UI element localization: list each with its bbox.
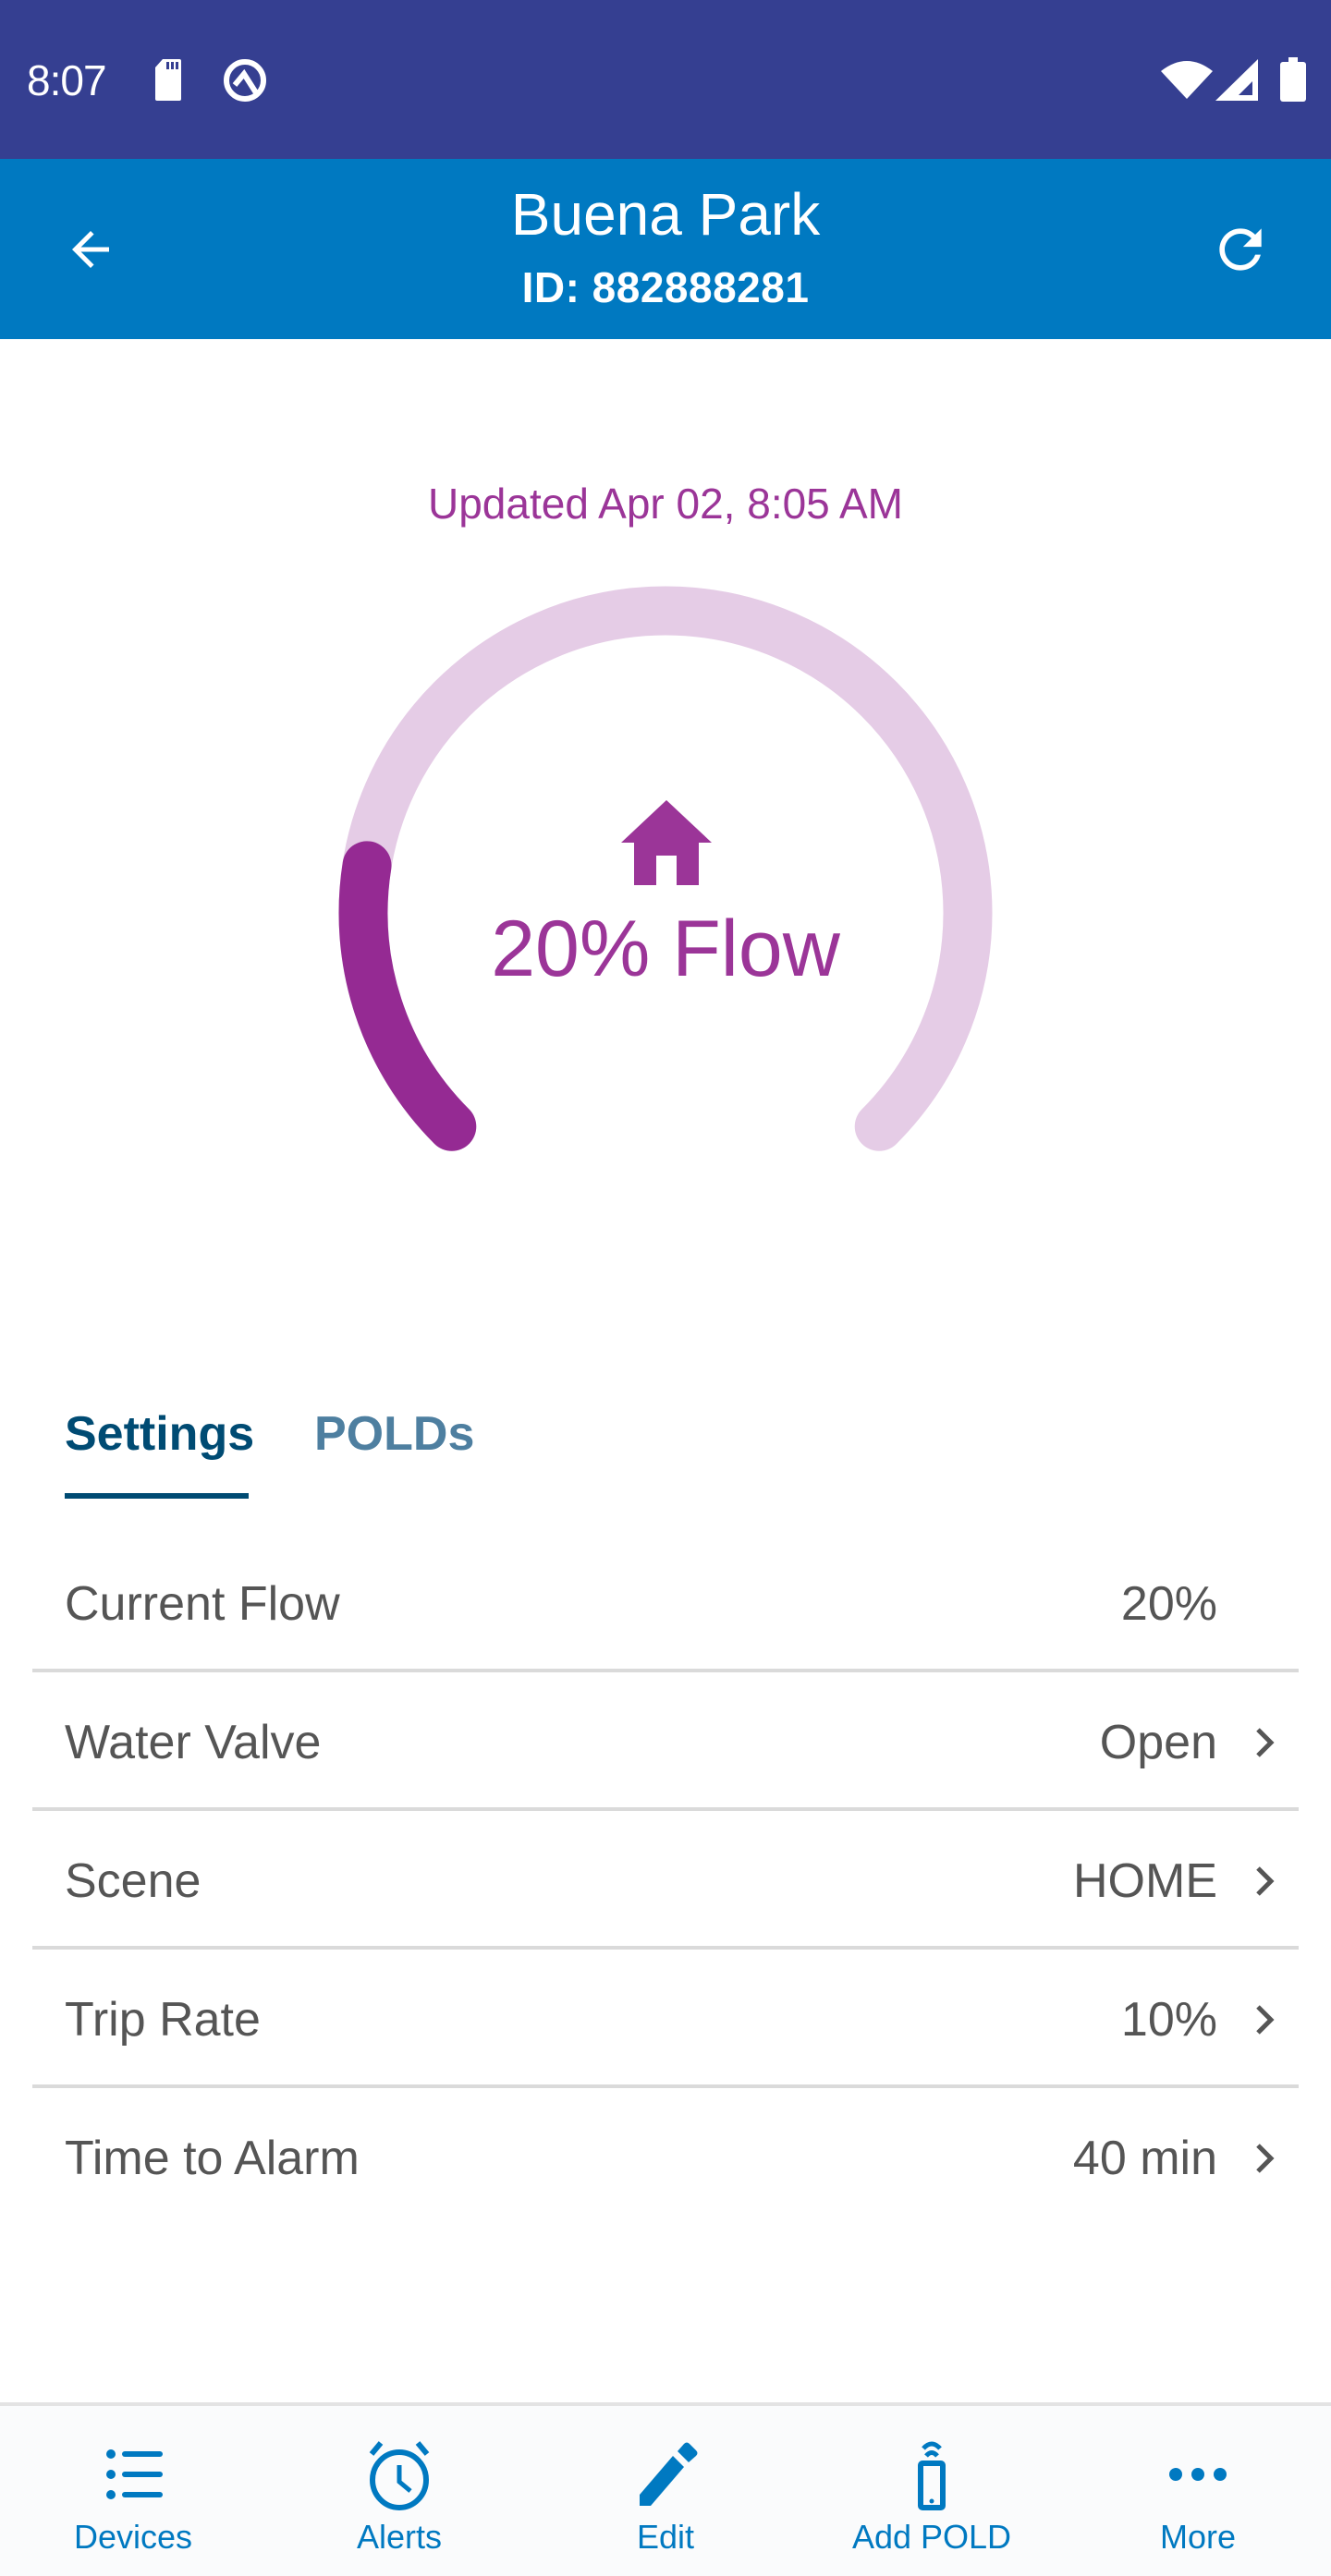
row-value: 40 min xyxy=(1072,2132,1217,2185)
list-icon xyxy=(106,2449,163,2499)
sd-card-icon xyxy=(155,59,181,101)
q-circle-icon xyxy=(224,59,266,102)
settings-row-current-flow: Current Flow 20% xyxy=(32,1534,1299,1672)
nav-label: Devices xyxy=(73,2518,193,2556)
settings-list: Current Flow 20% Water Valve Open Scene … xyxy=(32,1534,1299,2227)
row-value: Open xyxy=(1099,1716,1217,1769)
nav-devices[interactable]: Devices xyxy=(0,2406,266,2576)
chevron-right-icon xyxy=(1256,1866,1275,1896)
device-id: ID: 882888281 xyxy=(521,263,810,311)
row-value: HOME xyxy=(1073,1854,1217,1908)
nav-label: Alerts xyxy=(356,2518,443,2556)
row-value: 10% xyxy=(1120,1993,1217,2047)
row-label: Current Flow xyxy=(65,1577,340,1631)
nav-label: More xyxy=(1159,2518,1237,2556)
home-icon xyxy=(621,800,712,885)
more-dots-icon xyxy=(1169,2468,1227,2481)
settings-row-scene[interactable]: Scene HOME xyxy=(32,1811,1299,1950)
status-time: 8:07 xyxy=(27,56,107,104)
nav-label: Edit xyxy=(636,2518,695,2556)
row-label: Scene xyxy=(65,1854,201,1908)
row-value: 20% xyxy=(1120,1577,1217,1631)
active-tab-indicator xyxy=(65,1493,249,1499)
updated-timestamp: Updated Apr 02, 8:05 AM xyxy=(427,480,904,528)
nav-edit[interactable]: Edit xyxy=(532,2406,799,2576)
wifi-icon xyxy=(1161,61,1213,99)
nav-add-pold[interactable]: Add POLD xyxy=(799,2406,1065,2576)
gauge-fill xyxy=(338,841,477,1151)
row-label: Time to Alarm xyxy=(65,2132,360,2185)
gauge-value-label: 20% Flow xyxy=(491,905,840,993)
tab-settings[interactable]: Settings xyxy=(65,1410,254,1458)
row-label: Trip Rate xyxy=(65,1993,261,2047)
pencil-icon xyxy=(640,2442,698,2506)
bottom-nav: Devices Alerts Edit Add POLD More xyxy=(0,2402,1331,2576)
chevron-right-icon xyxy=(1256,1728,1275,1757)
app-header: Buena Park ID: 882888281 xyxy=(0,159,1331,339)
settings-row-trip-rate[interactable]: Trip Rate 10% xyxy=(32,1950,1299,2088)
page-title: Buena Park xyxy=(510,181,821,248)
nav-label: Add POLD xyxy=(851,2518,1012,2556)
status-bar: 8:07 xyxy=(0,0,1331,159)
tab-polds[interactable]: POLDs xyxy=(314,1410,474,1458)
chevron-right-icon xyxy=(1256,2005,1275,2035)
refresh-icon xyxy=(1219,228,1262,271)
cell-signal-icon xyxy=(1215,59,1258,101)
phone-signal-icon xyxy=(918,2441,946,2510)
row-label: Water Valve xyxy=(65,1716,322,1769)
settings-row-water-valve[interactable]: Water Valve Open xyxy=(32,1672,1299,1811)
nav-alerts[interactable]: Alerts xyxy=(266,2406,532,2576)
battery-icon xyxy=(1280,57,1306,102)
refresh-button[interactable] xyxy=(1198,207,1283,292)
settings-row-time-to-alarm[interactable]: Time to Alarm 40 min xyxy=(32,2088,1299,2227)
chevron-right-icon xyxy=(1256,2144,1275,2173)
alarm-clock-icon xyxy=(369,2441,430,2510)
nav-more[interactable]: More xyxy=(1065,2406,1331,2576)
